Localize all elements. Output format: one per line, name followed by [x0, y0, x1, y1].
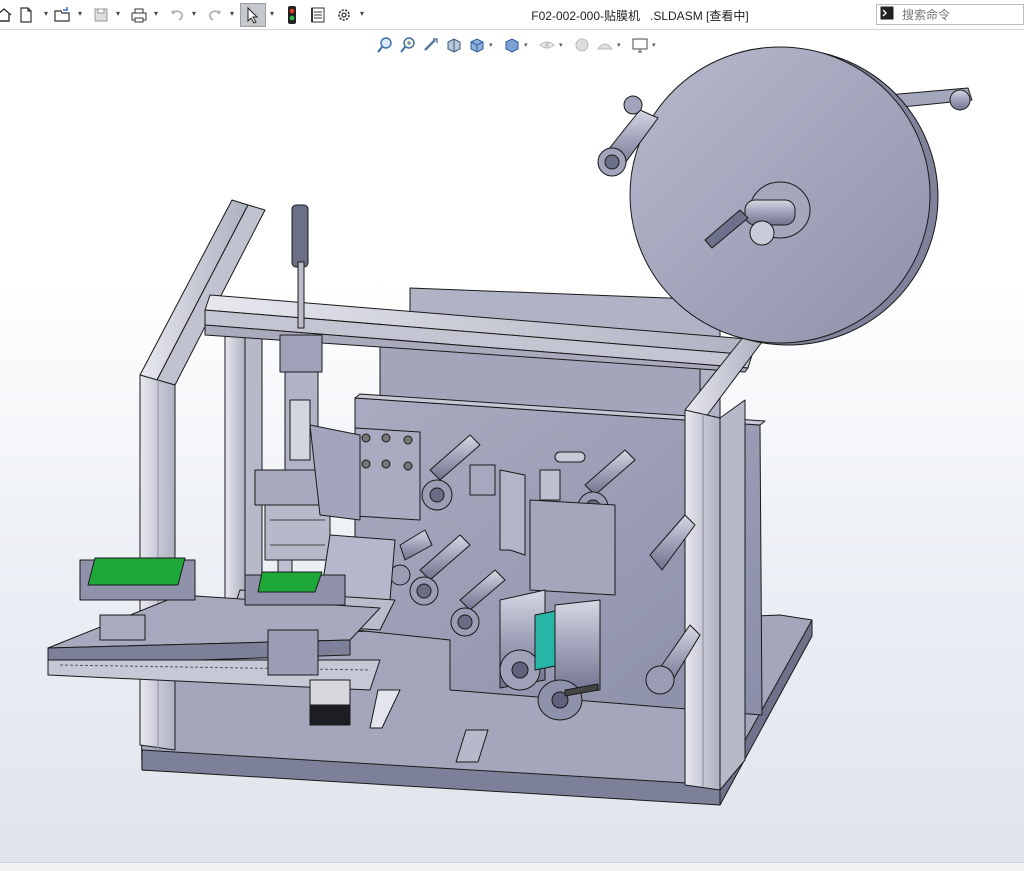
search-input[interactable] [902, 7, 1022, 22]
open-dropdown-arrow[interactable]: ▾ [76, 10, 84, 18]
new-document-icon[interactable] [14, 3, 38, 27]
top-toolbar: ▾ ▾ ▾ ▾ ▾ ▾ ▾ ▾ F02-002-000-贴膜机 .SLDASM … [0, 0, 1024, 30]
left-side-block [354, 427, 421, 521]
command-prompt-icon [880, 6, 898, 23]
press-cylinder [254, 204, 346, 579]
options-gear-icon[interactable] [332, 3, 356, 27]
save-icon[interactable] [89, 3, 113, 27]
stepper-motor [309, 679, 351, 726]
select-cursor-icon[interactable] [240, 3, 266, 27]
undo-dropdown-arrow[interactable]: ▾ [190, 10, 198, 18]
print-icon[interactable] [127, 3, 151, 27]
status-strip [0, 862, 1024, 871]
save-dropdown-arrow[interactable]: ▾ [114, 10, 122, 18]
select-dropdown-arrow[interactable]: ▾ [268, 10, 276, 18]
file-properties-icon[interactable] [306, 3, 330, 27]
rebuild-traffic-light-icon[interactable] [280, 3, 304, 27]
open-folder-icon[interactable] [51, 3, 75, 27]
home-dropdown-arrow[interactable]: ▾ [42, 10, 50, 18]
options-dropdown-arrow[interactable]: ▾ [358, 10, 366, 18]
redo-icon[interactable] [203, 3, 227, 27]
undo-icon[interactable] [165, 3, 189, 27]
film-laminating-machine-model [47, 46, 973, 806]
document-title: F02-002-000-贴膜机 .SLDASM [查看中] [531, 9, 749, 23]
graphics-area[interactable]: ▾ ▾ ▾ ▾ ▾ [0, 30, 1024, 862]
search-commands-box[interactable] [876, 4, 1024, 25]
film-reel-drum [629, 46, 973, 346]
redo-dropdown-arrow[interactable]: ▾ [228, 10, 236, 18]
print-dropdown-arrow[interactable]: ▾ [152, 10, 160, 18]
